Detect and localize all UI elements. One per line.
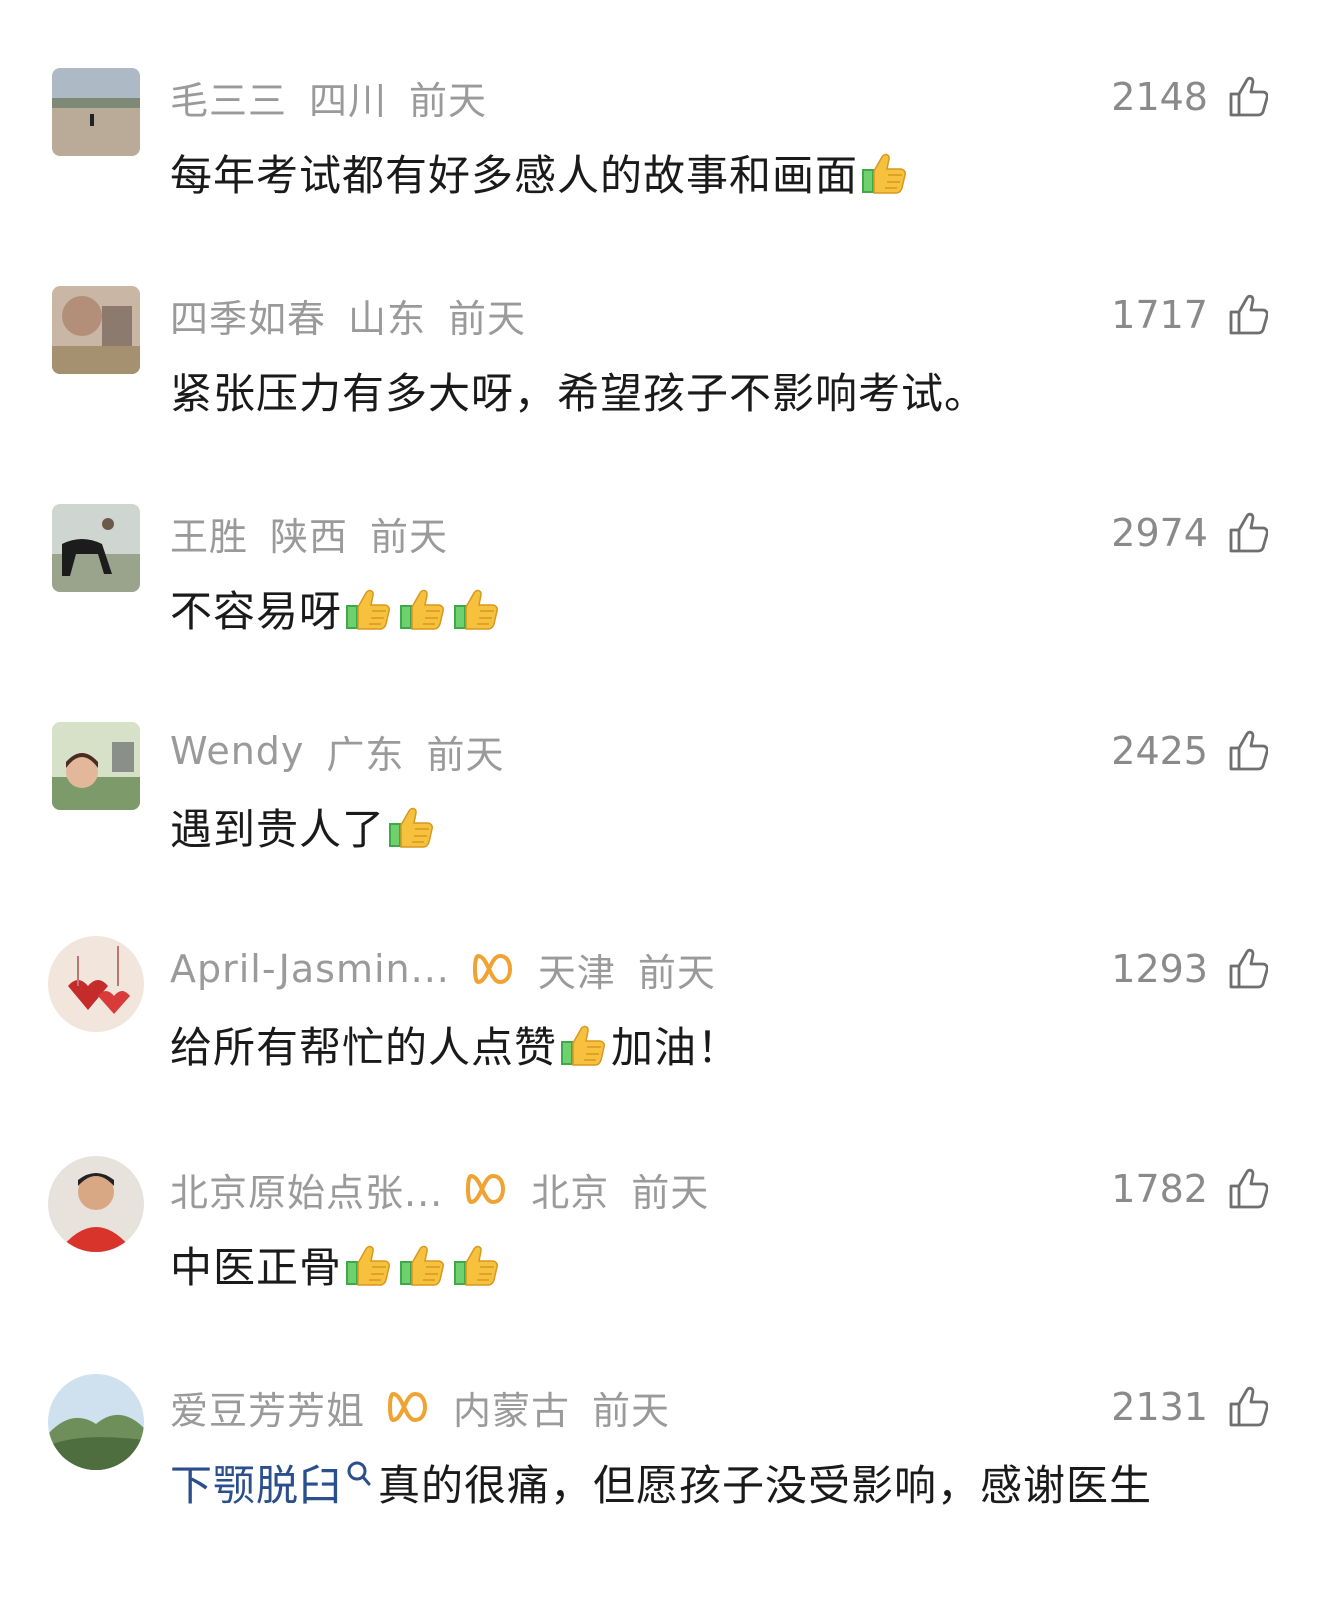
thumbs-up-emoji-icon [344,1241,394,1287]
thumbs-up-emoji-icon [387,803,437,849]
region: 山东 [348,296,427,341]
timestamp: 前天 [592,1388,671,1433]
like-count: 2425 [1111,729,1208,773]
comment-text-part: 给所有帮忙的人点赞 [170,1022,558,1072]
comment-text: 每年考试都有好多感人的故事和画面 [170,140,912,204]
comment-meta: Wendy 广东 前天 [170,726,526,777]
comment-meta: 北京原始点张... 北京 前天 [170,1162,731,1217]
user-avatar[interactable] [52,286,140,374]
thumbs-up-emoji-icon [398,1241,448,1287]
comment-item: 毛三三 四川 前天 2148 每年考试都有好多感人的故事和画面 [0,68,1320,288]
comment-text: 不容易呀 [170,576,504,640]
username[interactable]: 北京原始点张... [170,1162,443,1217]
comment-text-part: 不容易呀 [170,586,343,636]
like-button[interactable]: 2425 [1111,726,1268,776]
like-button[interactable]: 2131 [1111,1382,1268,1432]
comment-text-part: 紧张压力有多大呀，希望孩子不影响考试。 [170,368,988,418]
comment-text-part: 加油！ [611,1022,741,1072]
comment-meta: 四季如春 山东 前天 [170,288,548,343]
vip-badge-icon [387,1390,431,1424]
comment-text-part: 遇到贵人了 [170,804,386,854]
user-avatar[interactable] [48,1156,144,1252]
like-count: 1293 [1111,947,1208,991]
comment-item: 北京原始点张... 北京 前天 1782 中医正骨 [0,1156,1320,1380]
timestamp: 前天 [426,732,505,777]
comment-item: Wendy 广东 前天 2425 遇到贵人了 [0,722,1320,942]
region: 北京 [531,1170,610,1215]
region: 天津 [537,950,616,995]
comment-text-part: 每年考试都有好多感人的故事和画面 [170,150,859,200]
comment-text-part: 中医正骨 [170,1242,343,1292]
comment-item: April-Jasmin... 天津 前天 1293 给所有帮忙的人点赞 加油！ [0,936,1320,1160]
thumbs-up-emoji-icon [860,149,910,195]
region: 内蒙古 [453,1388,571,1433]
topic-search-link[interactable]: 下颚脱臼 [170,1452,342,1513]
user-avatar[interactable] [52,68,140,156]
thumbs-up-emoji-icon [559,1021,609,1067]
user-avatar[interactable] [48,1374,144,1470]
user-avatar[interactable] [48,936,144,1032]
comment-meta: 王胜 陕西 前天 [170,506,470,561]
comment-text: 中医正骨 [170,1232,504,1296]
comment-text: 遇到贵人了 [170,794,439,858]
thumbs-up-outline-icon [1228,730,1268,772]
comment-meta: April-Jasmin... 天津 前天 [170,944,738,995]
like-button[interactable]: 1782 [1111,1164,1268,1214]
thumbs-up-outline-icon [1228,1168,1268,1210]
like-button[interactable]: 2148 [1111,72,1268,122]
thumbs-up-emoji-icon [344,585,394,631]
thumbs-up-outline-icon [1228,948,1268,990]
comment-item: 王胜 陕西 前天 2974 不容易呀 [0,504,1320,724]
vip-badge-icon [472,952,516,986]
timestamp: 前天 [448,296,527,341]
comment-text: 给所有帮忙的人点赞 加油！ [170,1012,740,1076]
like-count: 2974 [1111,511,1208,555]
thumbs-up-emoji-icon [452,585,502,631]
like-count: 1782 [1111,1167,1208,1211]
thumbs-up-outline-icon [1228,76,1268,118]
comment-text: 下颚脱臼 真的很痛，但愿孩子没受影响，感谢医生 [170,1450,1152,1514]
thumbs-up-outline-icon [1228,294,1268,336]
comment-item: 爱豆芳芳姐 内蒙古 前天 2131 下颚脱臼 真的很痛，但愿孩子没受影响，感谢医… [0,1374,1320,1598]
thumbs-up-outline-icon [1228,512,1268,554]
region: 陕西 [270,514,349,559]
like-button[interactable]: 1717 [1111,290,1268,340]
timestamp: 前天 [631,1170,710,1215]
comment-text-part: 真的很痛，但愿孩子没受影响，感谢医生 [378,1460,1153,1510]
user-avatar[interactable] [52,722,140,810]
like-count: 1717 [1111,293,1208,337]
username[interactable]: April-Jasmin... [170,947,450,991]
username[interactable]: 四季如春 [170,288,326,343]
thumbs-up-emoji-icon [452,1241,502,1287]
comment-text: 紧张压力有多大呀，希望孩子不影响考试。 [170,358,987,422]
timestamp: 前天 [637,950,716,995]
timestamp: 前天 [370,514,449,559]
like-button[interactable]: 1293 [1111,944,1268,994]
search-icon[interactable] [346,1460,372,1488]
comment-meta: 爱豆芳芳姐 内蒙古 前天 [170,1380,692,1435]
username[interactable]: 毛三三 [170,70,287,125]
timestamp: 前天 [409,78,488,123]
like-count: 2148 [1111,75,1208,119]
user-avatar[interactable] [52,504,140,592]
comment-item: 四季如春 山东 前天 1717 紧张压力有多大呀，希望孩子不影响考试。 [0,286,1320,506]
like-count: 2131 [1111,1385,1208,1429]
thumbs-up-emoji-icon [398,585,448,631]
region: 四川 [309,78,388,123]
username[interactable]: 王胜 [170,506,248,561]
region: 广东 [326,732,405,777]
vip-badge-icon [465,1172,509,1206]
username[interactable]: 爱豆芳芳姐 [170,1380,365,1435]
like-button[interactable]: 2974 [1111,508,1268,558]
thumbs-up-outline-icon [1228,1386,1268,1428]
comment-meta: 毛三三 四川 前天 [170,70,509,125]
username[interactable]: Wendy [170,729,304,773]
